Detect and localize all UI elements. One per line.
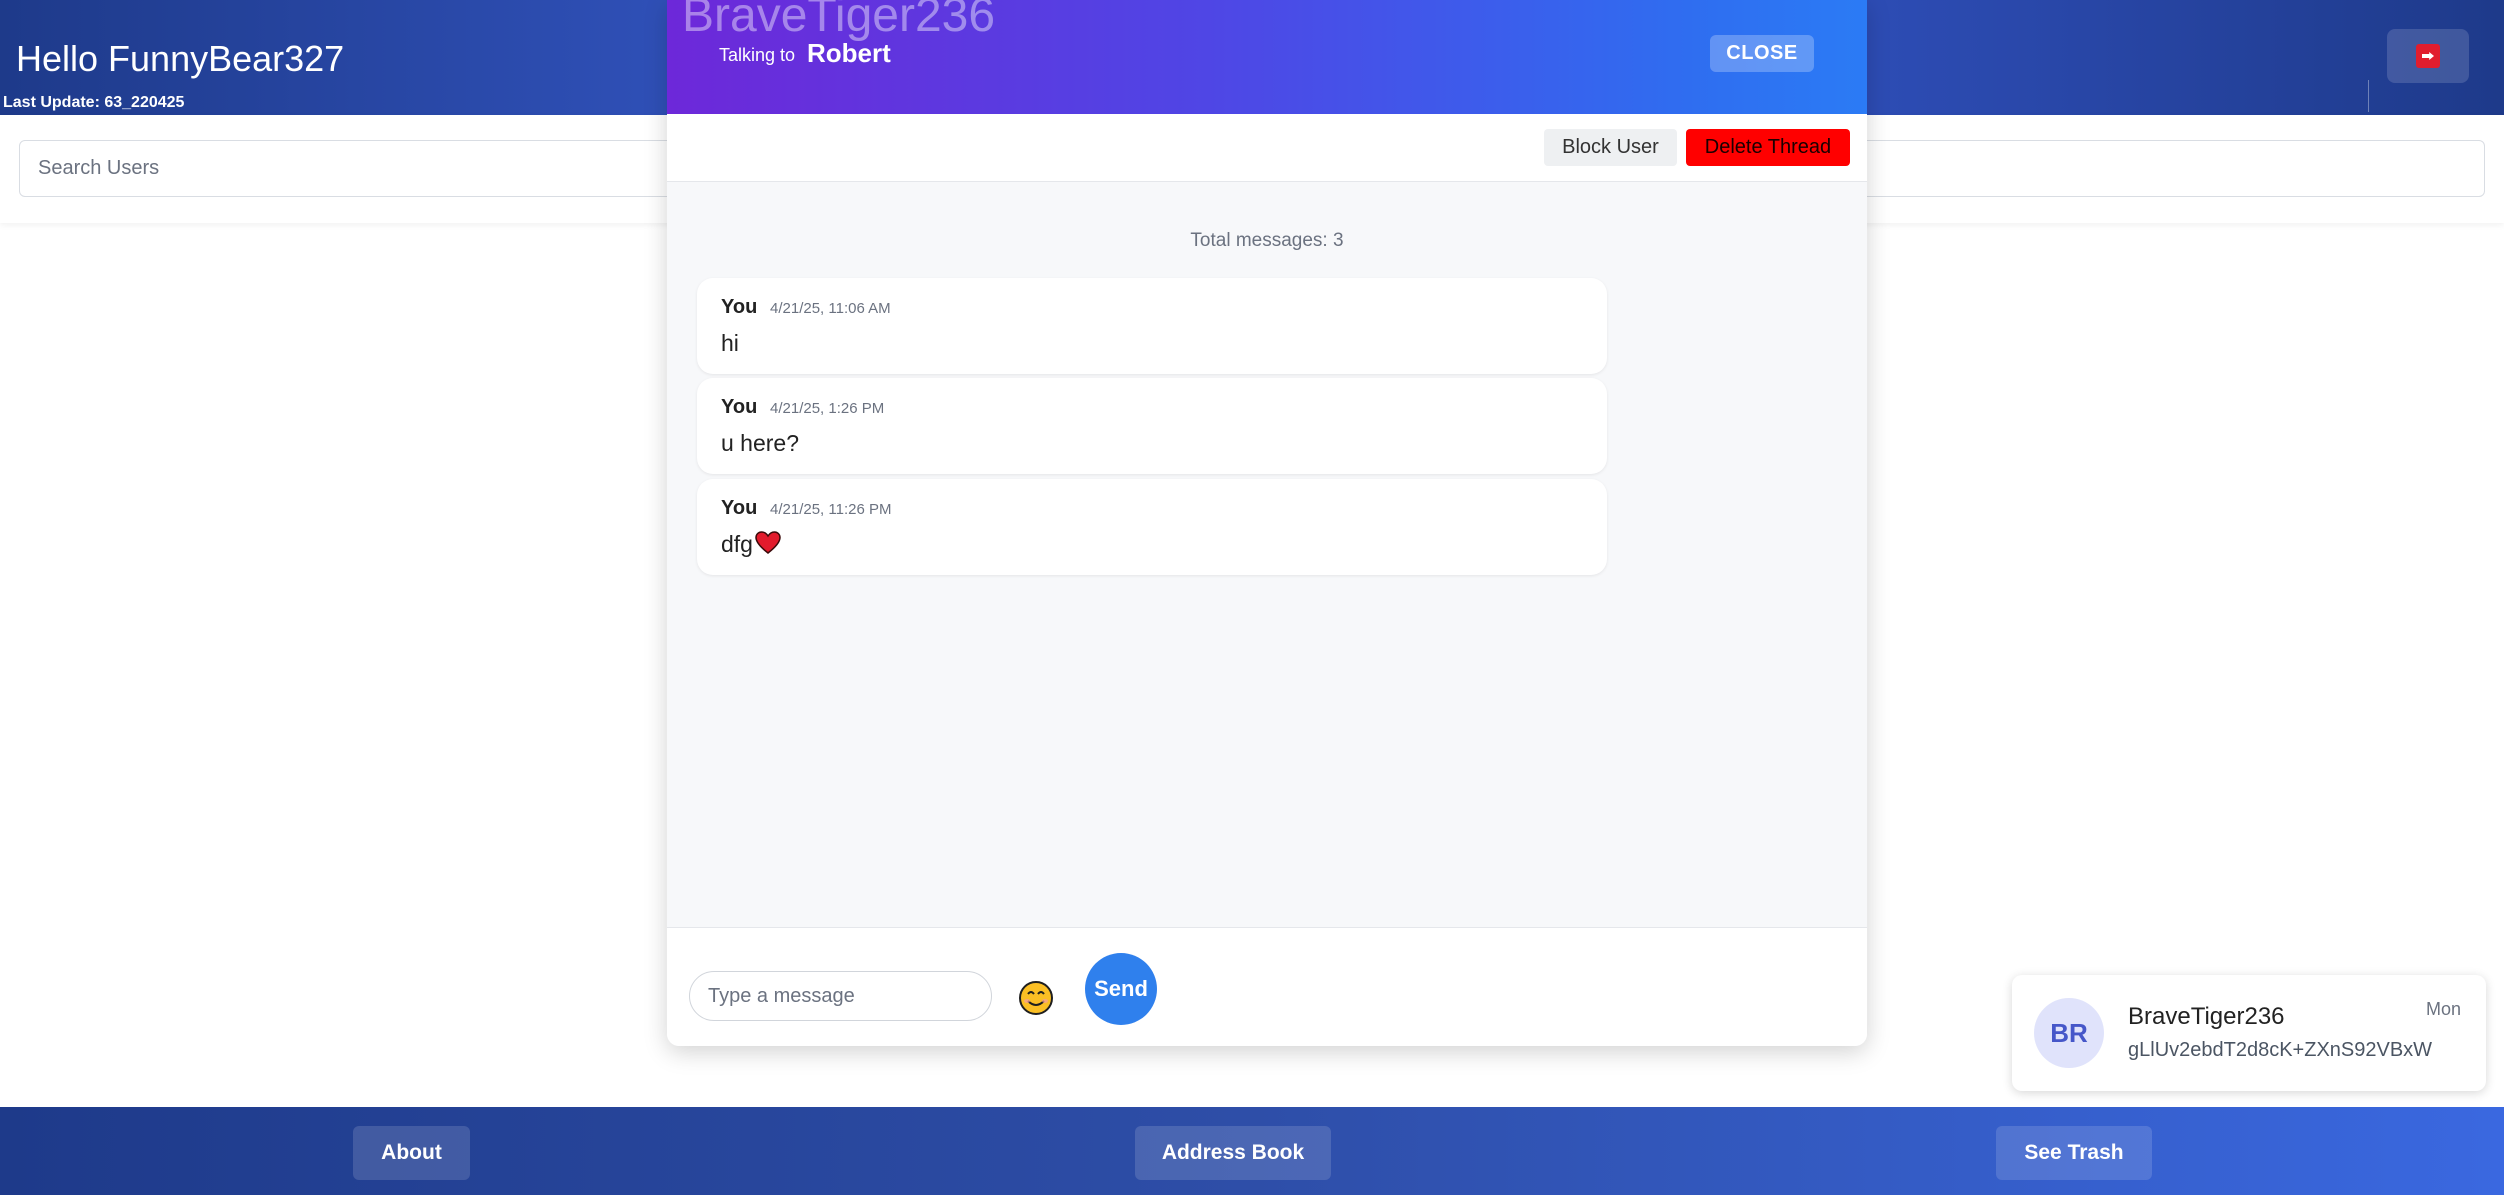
chat-header: BraveTiger236 Talking to Robert CLOSE xyxy=(667,0,1867,114)
about-button[interactable]: About xyxy=(353,1126,470,1180)
exit-icon xyxy=(2416,44,2440,68)
message-timestamp: 4/21/25, 11:26 PM xyxy=(770,501,892,518)
message-text: u here? xyxy=(721,430,800,456)
greeting-title: Hello FunnyBear327 xyxy=(16,38,345,79)
message-text: dfg xyxy=(721,531,753,557)
message-timestamp: 4/21/25, 1:26 PM xyxy=(770,400,885,417)
notification-preview: gLlUv2ebdT2d8cK+ZXnS92VBxW xyxy=(2128,1039,2433,1061)
notification-time: Mon xyxy=(2426,999,2462,1019)
send-button[interactable]: Send xyxy=(1085,953,1157,1025)
see-trash-button[interactable]: See Trash xyxy=(1996,1126,2152,1180)
avatar: BR xyxy=(2034,998,2104,1068)
partner-name: Robert xyxy=(807,38,891,68)
message-sender: You xyxy=(721,396,758,418)
message-bubble: You 4/21/25, 11:06 AM hi xyxy=(697,278,1607,374)
close-chat-button[interactable]: CLOSE xyxy=(1710,35,1814,72)
message-text: hi xyxy=(721,330,739,356)
message-timestamp: 4/21/25, 11:06 AM xyxy=(770,300,891,317)
address-book-button[interactable]: Address Book xyxy=(1135,1126,1331,1180)
message-sender: You xyxy=(721,497,758,519)
chat-modal: BraveTiger236 Talking to Robert CLOSE Bl… xyxy=(667,0,1867,1046)
notification-sender-name: BraveTiger236 xyxy=(2128,1003,2285,1030)
new-message-notification[interactable]: BR BraveTiger236 gLlUv2ebdT2d8cK+ZXnS92V… xyxy=(2012,975,2486,1091)
logout-button[interactable] xyxy=(2387,29,2469,83)
chat-ghost-title: BraveTiger236 xyxy=(682,0,996,42)
block-user-button[interactable]: Block User xyxy=(1544,129,1677,166)
footer-bar: About Address Book See Trash xyxy=(0,1107,2504,1195)
message-input[interactable] xyxy=(689,971,992,1021)
message-sender: You xyxy=(721,296,758,318)
delete-thread-button[interactable]: Delete Thread xyxy=(1686,129,1850,166)
message-composer: Send xyxy=(667,927,1867,1046)
chat-toolbar: Block User Delete Thread xyxy=(667,114,1867,182)
message-bubble: You 4/21/25, 11:26 PM dfg xyxy=(697,479,1607,575)
smiley-icon[interactable] xyxy=(1017,979,1055,1017)
message-bubble: You 4/21/25, 1:26 PM u here? xyxy=(697,378,1607,474)
last-update-label: Last Update: 63_220425 xyxy=(3,94,185,111)
heart-icon xyxy=(755,531,781,554)
total-messages-label: Total messages: 3 xyxy=(1190,230,1344,251)
talking-to-label: Talking to xyxy=(719,45,796,65)
header-divider xyxy=(2368,80,2369,112)
message-text-wrap: dfg xyxy=(721,531,781,558)
